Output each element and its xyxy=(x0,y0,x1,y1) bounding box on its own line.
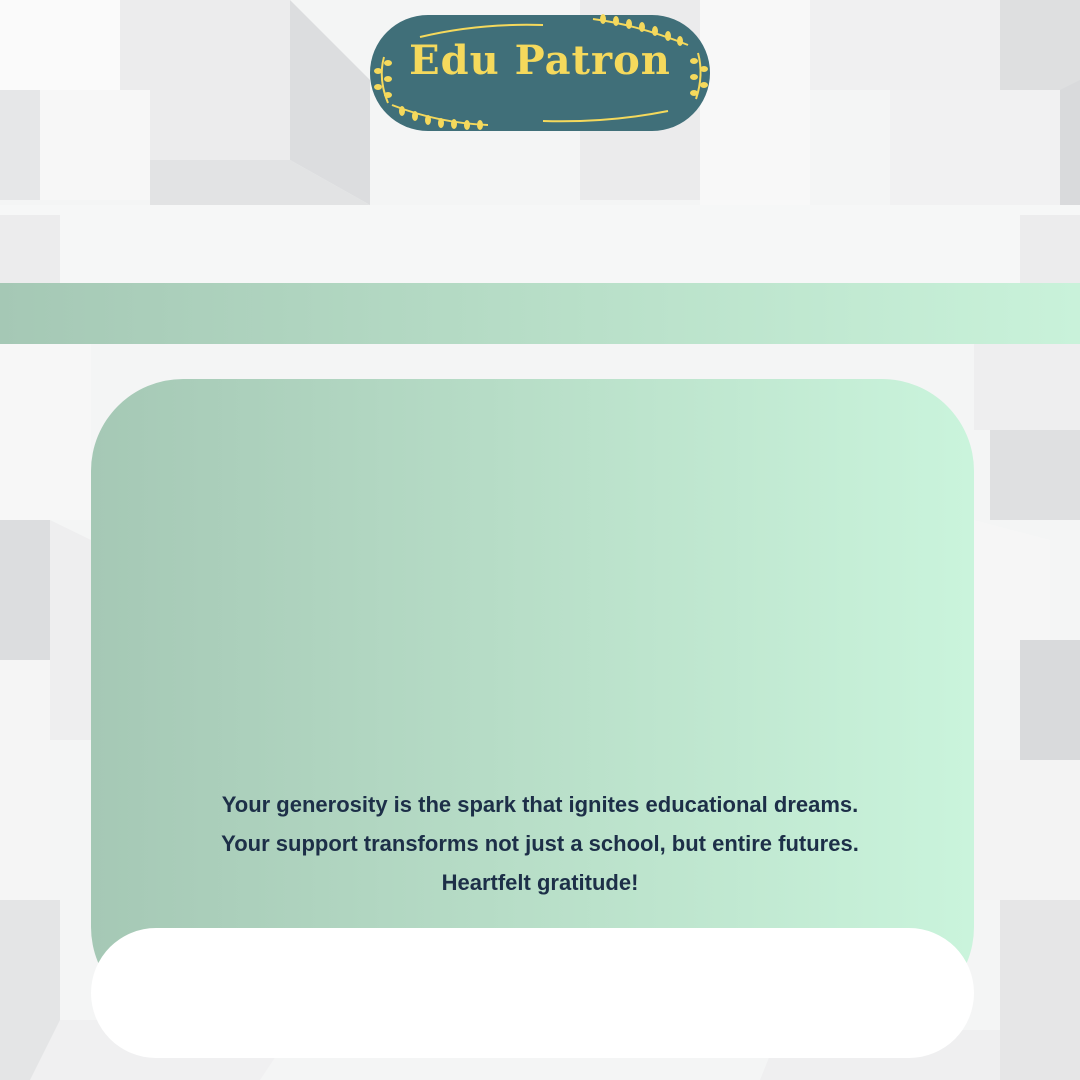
footer-panel xyxy=(91,928,974,1058)
accent-band xyxy=(0,283,1080,344)
edu-patron-logo: Edu Patron xyxy=(368,13,712,133)
logo-title: Edu Patron xyxy=(409,37,671,84)
gratitude-message: Your generosity is the spark that ignite… xyxy=(221,792,859,895)
message-card xyxy=(91,379,974,1019)
